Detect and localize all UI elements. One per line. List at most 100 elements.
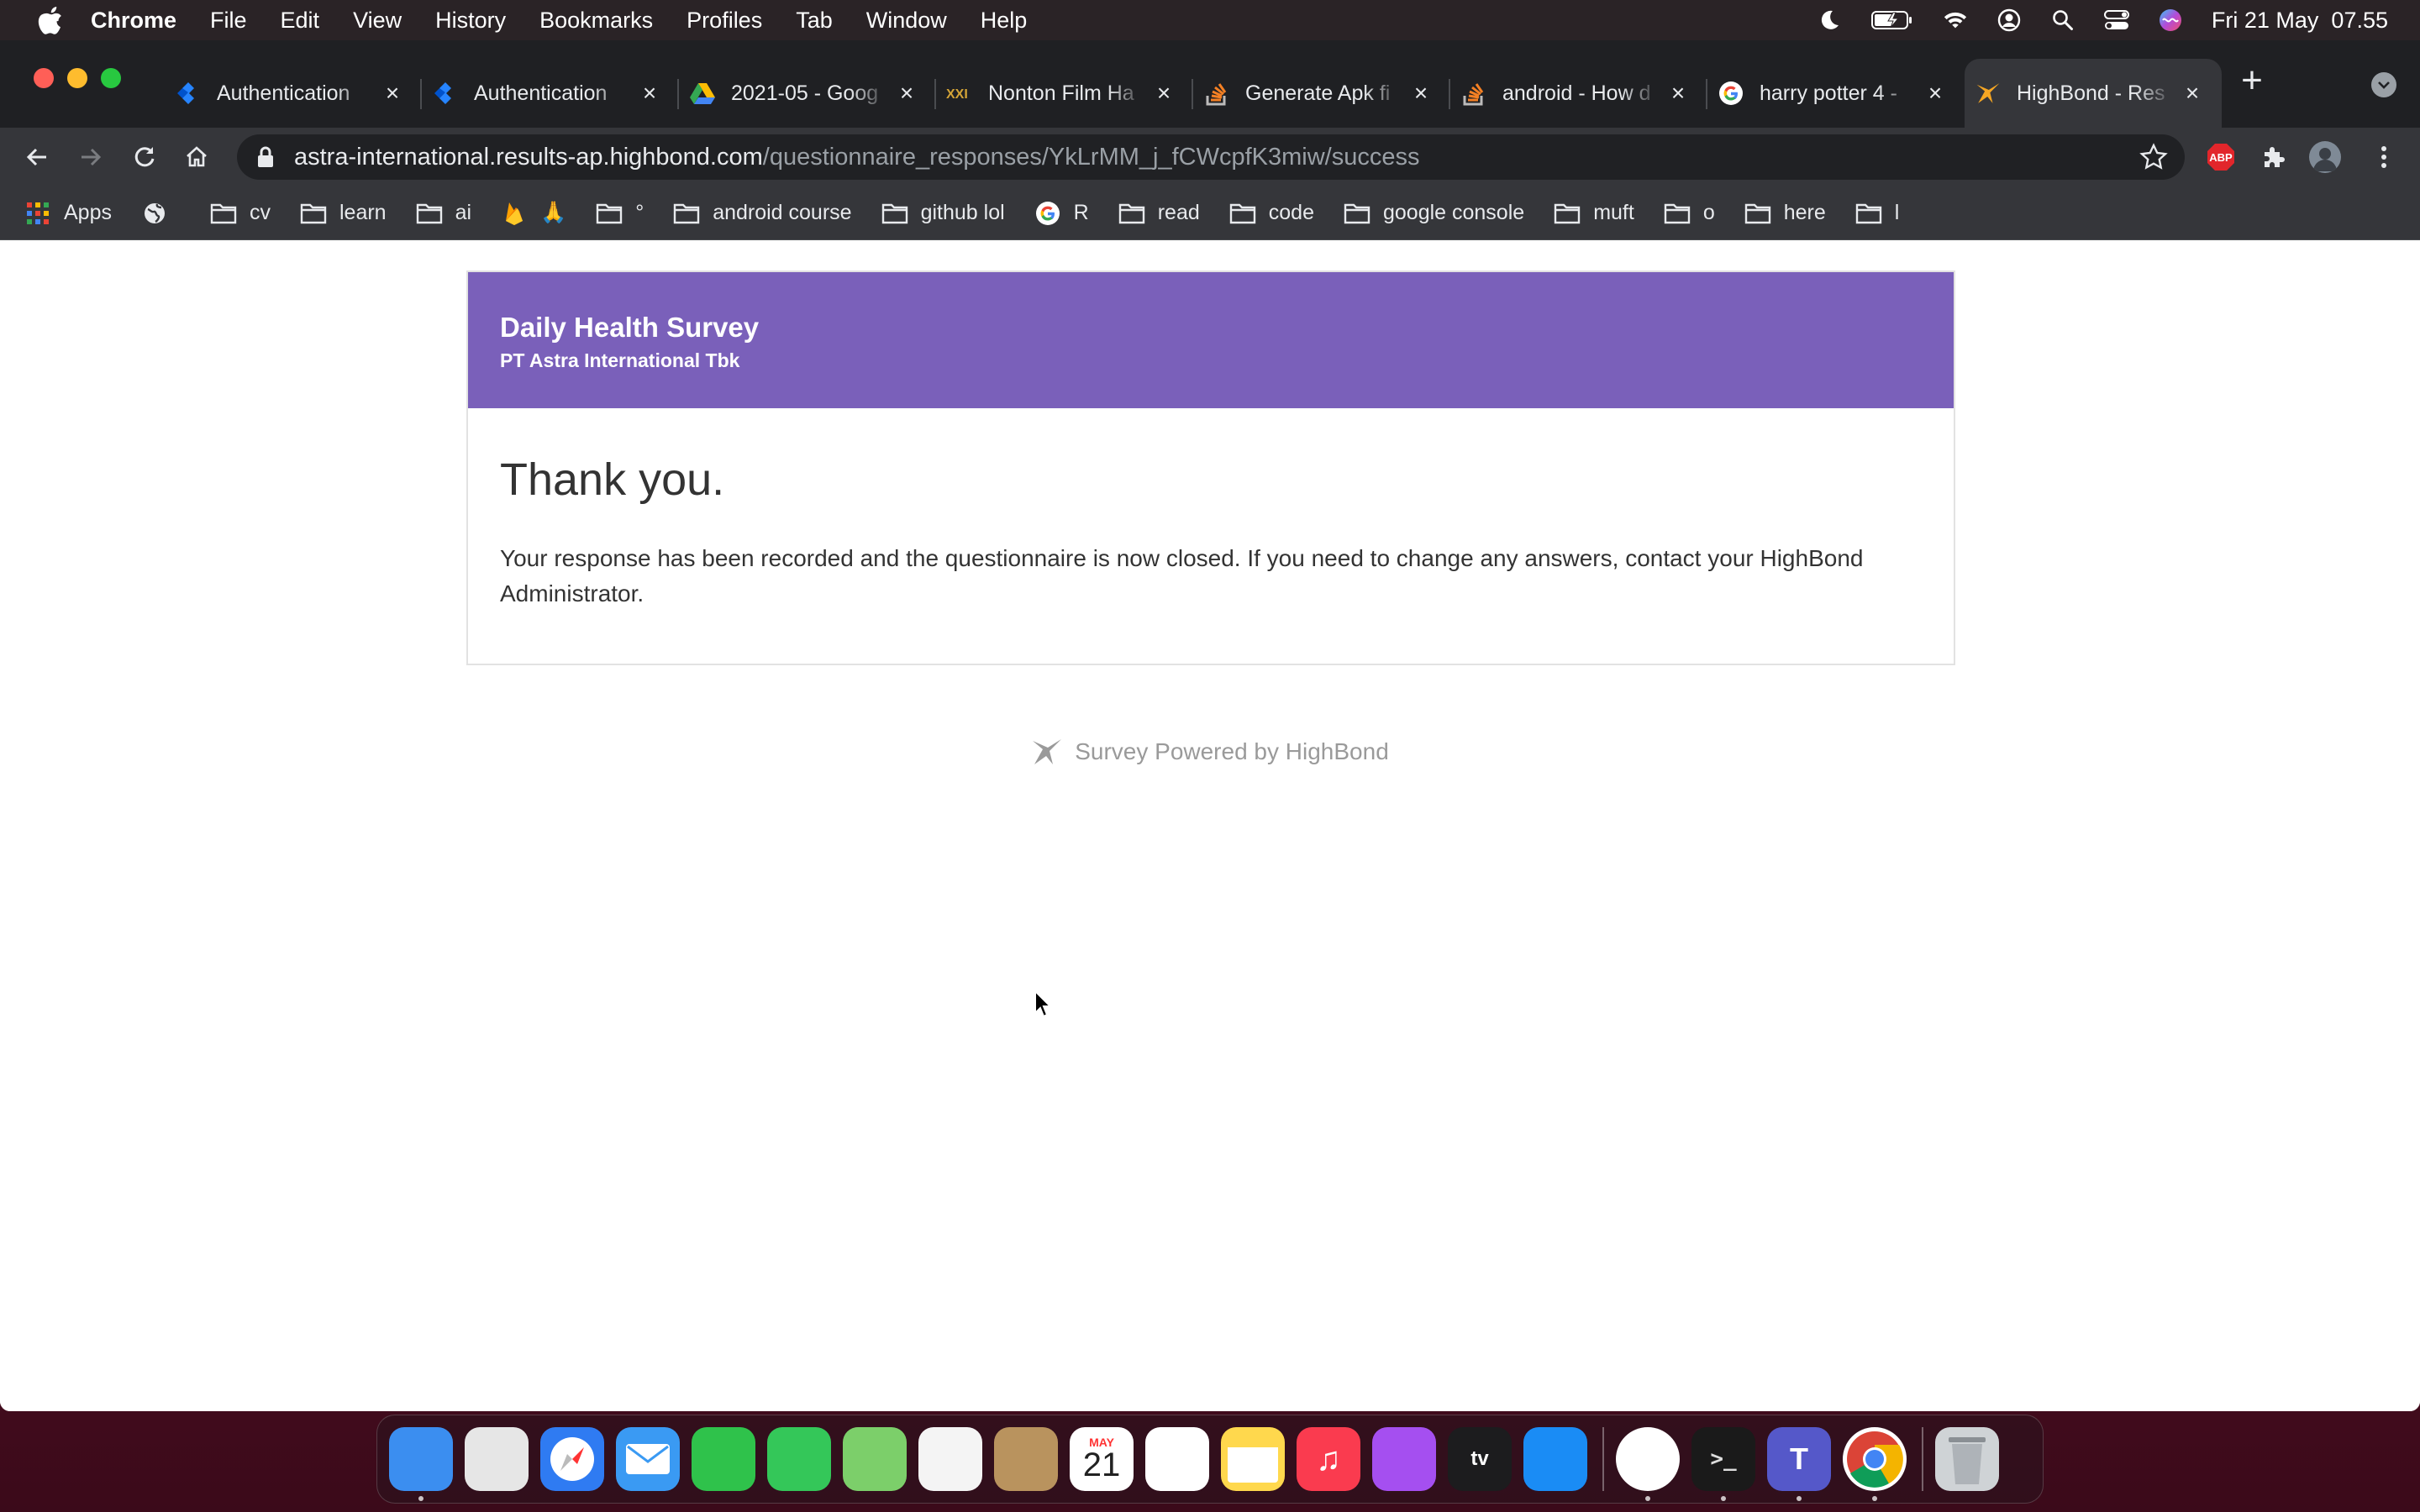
- back-button[interactable]: [20, 140, 54, 174]
- user-account-icon[interactable]: [1996, 8, 2022, 33]
- finder-icon[interactable]: [389, 1427, 453, 1501]
- bookmark-item[interactable]: 🙏: [500, 201, 566, 226]
- chrome-icon[interactable]: [1843, 1427, 1907, 1501]
- apple-menu-icon[interactable]: [34, 6, 67, 34]
- browser-menu-icon[interactable]: [2368, 141, 2400, 173]
- siri-icon[interactable]: [2158, 8, 2183, 33]
- jira-icon: [175, 80, 202, 107]
- bookmark-item[interactable]: code: [1228, 201, 1314, 226]
- folder-icon: [672, 201, 701, 226]
- url-text[interactable]: astra-international.results-ap.highbond.…: [294, 144, 1419, 171]
- browser-tab[interactable]: Generate Apk fi ×: [1193, 59, 1450, 128]
- browser-tab[interactable]: XXI Nonton Film Ha ×: [936, 59, 1193, 128]
- safari-icon[interactable]: [540, 1427, 604, 1491]
- close-tab-icon[interactable]: ×: [1153, 80, 1175, 106]
- new-tab-button[interactable]: +: [2235, 62, 2269, 99]
- bookmark-item[interactable]: o: [1663, 201, 1715, 226]
- calendar-icon[interactable]: MAY 21: [1070, 1427, 1134, 1491]
- clock-text[interactable]: Fri 21 May 07.55: [2212, 8, 2388, 34]
- notes-icon[interactable]: [1221, 1427, 1285, 1491]
- podcasts-icon[interactable]: [1372, 1427, 1436, 1491]
- launchpad-icon[interactable]: [465, 1427, 529, 1491]
- bookmark-item[interactable]: cv: [209, 201, 271, 226]
- minimize-window-button[interactable]: [67, 68, 87, 88]
- menu-history[interactable]: History: [435, 8, 506, 34]
- bookmark-item[interactable]: google console: [1343, 201, 1524, 226]
- browser-tab[interactable]: harry potter 4 - ×: [1707, 59, 1965, 128]
- browser-tab[interactable]: 2021-05 - Goog ×: [679, 59, 936, 128]
- control-center-icon[interactable]: [2103, 8, 2129, 33]
- maps-icon[interactable]: [843, 1427, 907, 1491]
- bookmark-item[interactable]: R: [1034, 201, 1089, 226]
- reminders-icon[interactable]: [1145, 1427, 1209, 1491]
- reload-button[interactable]: [128, 140, 161, 174]
- extensions-puzzle-icon[interactable]: [2257, 141, 2289, 173]
- bookmark-item[interactable]: learn: [299, 201, 387, 226]
- teams-icon[interactable]: T: [1767, 1427, 1831, 1501]
- adblock-plus-icon[interactable]: ABP: [2205, 141, 2237, 173]
- menu-bookmarks[interactable]: Bookmarks: [539, 8, 653, 34]
- menu-tab[interactable]: Tab: [796, 8, 833, 34]
- close-window-button[interactable]: [34, 68, 54, 88]
- bookmark-item[interactable]: Apps: [24, 201, 112, 226]
- thank-you-heading: Thank you.: [500, 454, 725, 505]
- bookmark-star-icon[interactable]: [2139, 143, 2168, 171]
- terminal-icon[interactable]: >_: [1691, 1427, 1755, 1501]
- menu-view[interactable]: View: [353, 8, 402, 34]
- close-tab-icon[interactable]: ×: [381, 80, 403, 106]
- tab-search-button[interactable]: [2371, 72, 2396, 97]
- bookmark-item[interactable]: l: [1854, 201, 1899, 226]
- menu-help[interactable]: Help: [981, 8, 1028, 34]
- menu-window[interactable]: Window: [866, 8, 947, 34]
- browser-tab[interactable]: Authentication ×: [422, 59, 679, 128]
- menu-app-name[interactable]: Chrome: [91, 8, 176, 34]
- survey-card: Daily Health Survey PT Astra Internation…: [466, 270, 1955, 665]
- close-tab-icon[interactable]: ×: [896, 80, 918, 106]
- tab-title: HighBond - Res: [2017, 81, 2165, 105]
- battery-icon[interactable]: [1870, 8, 1914, 33]
- home-button[interactable]: [180, 140, 213, 174]
- url-path: /questionnaire_responses/YkLrMM_j_fCWcpf…: [762, 143, 1420, 171]
- folder-icon: [299, 201, 328, 226]
- app-store-icon[interactable]: [1523, 1427, 1587, 1491]
- messages-icon[interactable]: [767, 1427, 831, 1491]
- bookmark-item[interactable]: android course: [672, 201, 852, 226]
- close-tab-icon[interactable]: ×: [639, 80, 660, 106]
- bookmark-item[interactable]: here: [1744, 201, 1826, 226]
- menu-profiles[interactable]: Profiles: [687, 8, 762, 34]
- spotlight-search-icon[interactable]: [2050, 8, 2075, 33]
- browser-tab[interactable]: Authentication ×: [165, 59, 422, 128]
- facetime-icon[interactable]: [692, 1427, 755, 1491]
- lock-icon[interactable]: [257, 145, 279, 169]
- trash-icon[interactable]: [1935, 1427, 1999, 1491]
- mail-icon[interactable]: [616, 1427, 680, 1491]
- contacts-icon[interactable]: [994, 1427, 1058, 1491]
- moon-icon[interactable]: [1817, 8, 1842, 33]
- browser-tab[interactable]: android - How d ×: [1450, 59, 1707, 128]
- apple-tv-icon[interactable]: tv: [1448, 1427, 1512, 1491]
- photos-icon[interactable]: [918, 1427, 982, 1491]
- profile-avatar[interactable]: [2309, 141, 2341, 173]
- folder-icon: [1663, 201, 1691, 226]
- zoom-window-button[interactable]: [101, 68, 121, 88]
- menu-file[interactable]: File: [210, 8, 247, 34]
- wifi-icon[interactable]: [1943, 8, 1968, 33]
- bookmark-item[interactable]: [140, 201, 181, 226]
- bookmark-item[interactable]: github lol: [881, 201, 1005, 226]
- bookmark-item[interactable]: read: [1118, 201, 1200, 226]
- browser-tab[interactable]: HighBond - Res ×: [1965, 59, 2222, 128]
- bookmark-item[interactable]: muft: [1553, 201, 1634, 226]
- close-tab-icon[interactable]: ×: [1667, 80, 1689, 106]
- forward-button[interactable]: [74, 140, 108, 174]
- music-icon[interactable]: ♫: [1297, 1427, 1360, 1491]
- close-tab-icon[interactable]: ×: [2181, 80, 2203, 106]
- bookmark-item[interactable]: °: [595, 201, 644, 226]
- browser-toolbar: astra-international.results-ap.highbond.…: [0, 128, 2420, 186]
- close-tab-icon[interactable]: ×: [1924, 80, 1946, 106]
- url-host: astra-international.results-ap.highbond.…: [294, 143, 763, 171]
- menu-edit[interactable]: Edit: [281, 8, 320, 34]
- bookmark-item[interactable]: ai: [415, 201, 471, 226]
- close-tab-icon[interactable]: ×: [1410, 80, 1432, 106]
- android-studio-icon[interactable]: [1616, 1427, 1680, 1501]
- address-bar[interactable]: astra-international.results-ap.highbond.…: [237, 134, 2185, 180]
